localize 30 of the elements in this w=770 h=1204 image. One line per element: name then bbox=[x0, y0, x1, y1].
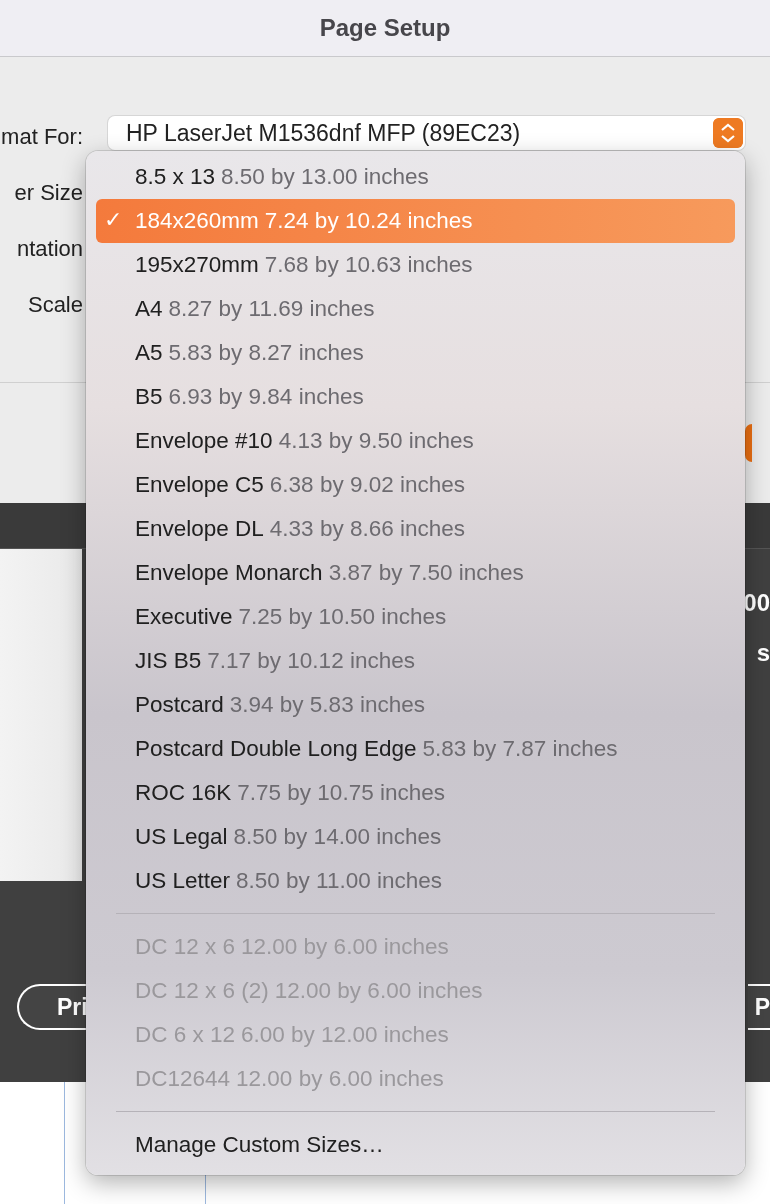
menu-item[interactable]: A4 8.27 by 11.69 inches bbox=[96, 287, 735, 331]
field-label: er Size bbox=[14, 179, 83, 207]
menu-item[interactable]: 8.5 x 13 8.50 by 13.00 inches bbox=[96, 155, 735, 199]
menu-item[interactable]: Envelope #10 4.13 by 9.50 inches bbox=[96, 419, 735, 463]
printer-popup[interactable]: HP LaserJet M1536dnf MFP (89EC23) bbox=[108, 116, 745, 150]
menu-item[interactable]: Envelope DL 4.33 by 8.66 inches bbox=[96, 507, 735, 551]
field-label: mat For: bbox=[1, 123, 83, 151]
value-text: 00 bbox=[743, 589, 770, 617]
menu-item[interactable]: Envelope C5 6.38 by 9.02 inches bbox=[96, 463, 735, 507]
print-button[interactable]: P bbox=[748, 984, 770, 1030]
field-label: Scale bbox=[27, 291, 83, 319]
menu-item[interactable]: Envelope Monarch 3.87 by 7.50 inches bbox=[96, 551, 735, 595]
window-title: Page Setup bbox=[319, 14, 451, 42]
menu-item[interactable]: 195x270mm 7.68 by 10.63 inches bbox=[96, 243, 735, 287]
stepper-icon bbox=[713, 118, 743, 148]
checkmark-icon: ✓ bbox=[104, 207, 122, 233]
menu-item[interactable]: Executive 7.25 by 10.50 inches bbox=[96, 595, 735, 639]
value-text: s bbox=[756, 639, 770, 667]
menu-item[interactable]: B5 6.93 by 9.84 inches bbox=[96, 375, 735, 419]
action-button[interactable] bbox=[745, 424, 752, 462]
menu-item[interactable]: A5 5.83 by 8.27 inches bbox=[96, 331, 735, 375]
menu-item[interactable]: US Legal 8.50 by 14.00 inches bbox=[96, 815, 735, 859]
menu-item[interactable]: ROC 16K 7.75 by 10.75 inches bbox=[96, 771, 735, 815]
menu-item[interactable]: Postcard 3.94 by 5.83 inches bbox=[96, 683, 735, 727]
menu-item[interactable]: Manage Custom Sizes… bbox=[96, 1123, 735, 1167]
menu-item[interactable]: Postcard Double Long Edge 5.83 by 7.87 inches bbox=[96, 727, 735, 771]
menu-item[interactable]: JIS B5 7.17 by 10.12 inches bbox=[96, 639, 735, 683]
menu-item[interactable]: US Letter 8.50 by 11.00 inches bbox=[96, 859, 735, 903]
print-button[interactable]: Pri bbox=[17, 984, 86, 1030]
field-label: ntation bbox=[16, 235, 83, 263]
